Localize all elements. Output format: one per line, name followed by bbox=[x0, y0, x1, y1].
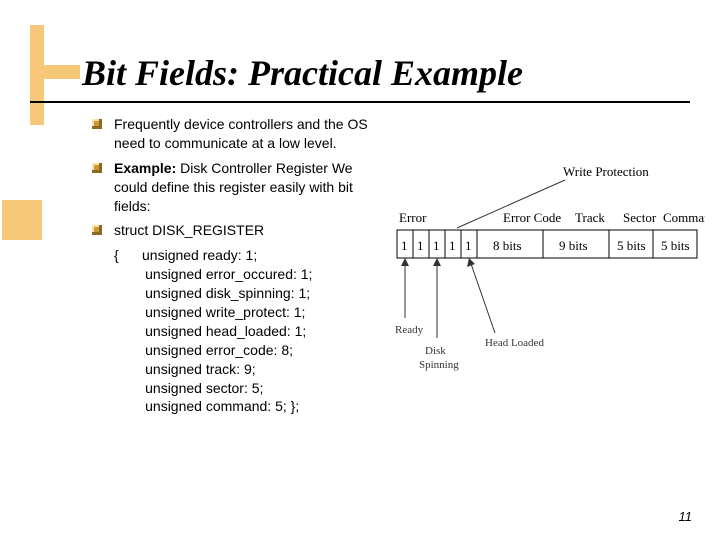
page-title: Bit Fields: Practical Example bbox=[82, 52, 523, 94]
bullet-2: Example: Disk Controller Register We cou… bbox=[92, 159, 382, 216]
label-head-loaded: Head Loaded bbox=[485, 337, 544, 349]
body-text: Frequently device controllers and the OS… bbox=[92, 115, 382, 416]
bullet-3-text: struct DISK_REGISTER bbox=[114, 222, 264, 238]
page-number: 11 bbox=[679, 509, 693, 524]
label-spinning: Spinning bbox=[419, 359, 459, 371]
bullet-icon bbox=[92, 225, 102, 235]
bullet-2-label: Example: bbox=[114, 160, 176, 176]
decor-bar-horizontal bbox=[30, 65, 80, 79]
bullet-3: struct DISK_REGISTER bbox=[92, 221, 382, 240]
bullet-1-text: Frequently device controllers and the OS… bbox=[114, 116, 368, 151]
cell-9: 5 bits bbox=[661, 238, 690, 253]
cell-2: 1 bbox=[417, 238, 424, 253]
cell-5: 1 bbox=[465, 238, 472, 253]
label-error-code: Error Code bbox=[503, 210, 561, 225]
label-ready: Ready bbox=[395, 324, 424, 336]
title-rule bbox=[30, 101, 690, 103]
label-disk: Disk bbox=[425, 345, 446, 357]
code-block: { unsigned ready: 1; unsigned error_occu… bbox=[92, 246, 382, 416]
slide: Bit Fields: Practical Example Frequently… bbox=[0, 0, 720, 540]
disk-register-diagram: Write Protection Error Error Code Track … bbox=[395, 158, 705, 398]
cell-1: 1 bbox=[401, 238, 408, 253]
label-sector: Sector bbox=[623, 210, 657, 225]
cell-6: 8 bits bbox=[493, 238, 522, 253]
label-write-protection: Write Protection bbox=[563, 164, 649, 179]
decor-square bbox=[2, 200, 42, 240]
cell-8: 5 bits bbox=[617, 238, 646, 253]
bullet-icon bbox=[92, 163, 102, 173]
cell-7: 9 bits bbox=[559, 238, 588, 253]
cell-3: 1 bbox=[433, 238, 440, 253]
label-error: Error bbox=[399, 210, 427, 225]
label-command: Command bbox=[663, 210, 705, 225]
label-track: Track bbox=[575, 210, 605, 225]
cell-4: 1 bbox=[449, 238, 456, 253]
bullet-icon bbox=[92, 119, 102, 129]
bullet-1: Frequently device controllers and the OS… bbox=[92, 115, 382, 153]
